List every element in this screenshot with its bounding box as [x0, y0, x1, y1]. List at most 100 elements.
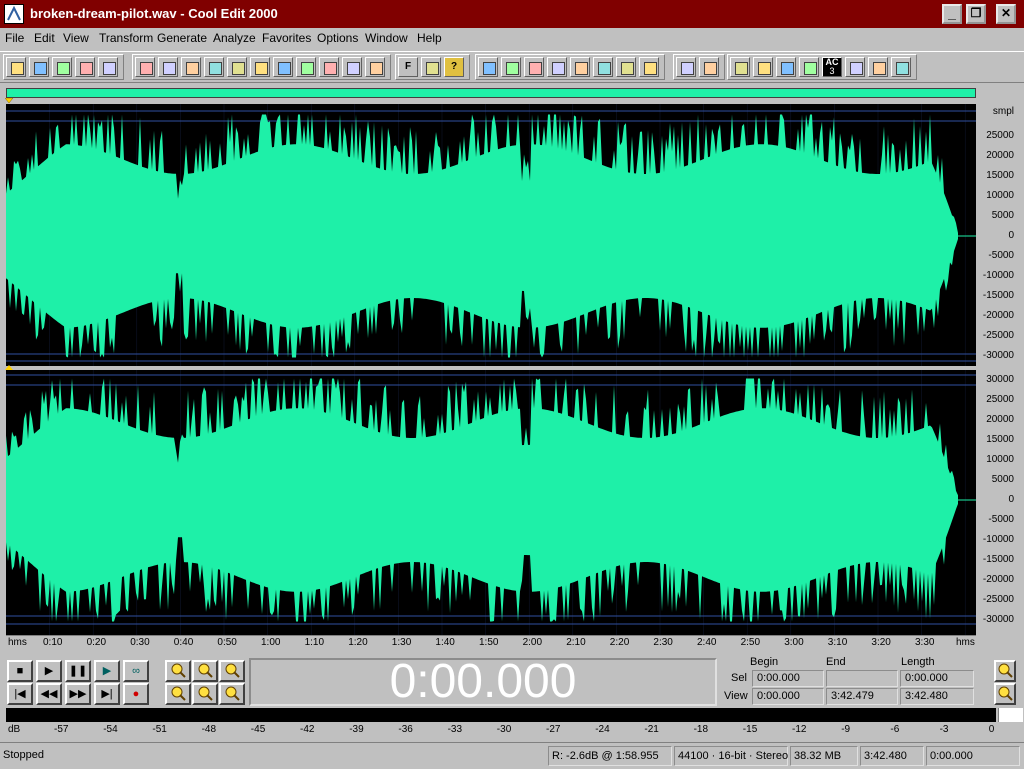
repeat-icon[interactable] — [181, 57, 201, 77]
tone-icon[interactable] — [868, 57, 888, 77]
stop-button[interactable]: ■ — [7, 660, 33, 682]
zoom-selection-icon[interactable] — [165, 683, 191, 705]
menu-edit[interactable]: Edit — [34, 31, 55, 45]
play-button[interactable]: ▶ — [36, 660, 62, 682]
help-icon[interactable]: ? — [444, 57, 464, 77]
close-button[interactable]: ✕ — [996, 4, 1016, 24]
minimize-button[interactable]: _ — [942, 4, 962, 24]
amplitude-tick: 0 — [1008, 230, 1014, 241]
close-file-icon[interactable] — [98, 57, 118, 77]
amplitude-tick: 5000 — [991, 474, 1014, 485]
new-file-icon[interactable] — [6, 57, 26, 77]
zoom-out-icon[interactable] — [192, 660, 218, 682]
cut-region-icon[interactable] — [204, 57, 224, 77]
amplitude-tick: 0 — [1008, 494, 1014, 505]
wave-icon[interactable] — [799, 57, 819, 77]
play-to-end-button[interactable]: ▶ — [94, 660, 120, 682]
zoom-in-icon[interactable] — [165, 660, 191, 682]
menu-transform[interactable]: Transform — [99, 31, 153, 45]
rewind-button[interactable]: ◀◀ — [36, 683, 62, 705]
waveform-display[interactable] — [6, 104, 976, 635]
time-tick: 2:00 — [522, 637, 543, 648]
add-marker-icon[interactable] — [593, 57, 613, 77]
loop-icon[interactable] — [158, 57, 178, 77]
db-tick: -51 — [152, 724, 167, 735]
mix-paste-icon[interactable] — [319, 57, 339, 77]
time-tick: 1:30 — [391, 637, 412, 648]
zoom-vertical-in-icon[interactable] — [994, 683, 1016, 705]
pause-button[interactable]: ❚❚ — [65, 660, 91, 682]
fade-icon[interactable] — [547, 57, 567, 77]
amplify-icon[interactable] — [478, 57, 498, 77]
length-header: Length — [901, 656, 935, 668]
save-as-icon[interactable] — [75, 57, 95, 77]
sel-length-field[interactable]: 0:00.000 — [900, 670, 974, 687]
peak-indicator[interactable] — [998, 708, 1023, 722]
amplitude-tick: 15000 — [986, 170, 1014, 181]
menu-generate[interactable]: Generate — [157, 31, 207, 45]
menu-view[interactable]: View — [63, 31, 89, 45]
menu-analyze[interactable]: Analyze — [213, 31, 256, 45]
undo-icon[interactable] — [135, 57, 155, 77]
copy-icon[interactable] — [227, 57, 247, 77]
db-scale: dB -57 -54 -51 -48 -45 -42 -39 -36 -33 -30 -27 -24-… — [6, 724, 1016, 738]
menu-options[interactable]: Options — [317, 31, 358, 45]
analyze-icon[interactable] — [730, 57, 750, 77]
envelope-icon[interactable] — [570, 57, 590, 77]
menu-help[interactable]: Help — [417, 31, 442, 45]
toolbar: F? AC 3 — [0, 51, 1024, 83]
db-tick: -45 — [250, 724, 266, 735]
favorites-icon[interactable]: F — [398, 57, 418, 77]
maximize-button[interactable]: ❐ — [966, 4, 986, 24]
invert-icon[interactable] — [753, 57, 773, 77]
open-file-icon[interactable] — [29, 57, 49, 77]
eq-icon[interactable] — [845, 57, 865, 77]
save-icon[interactable] — [52, 57, 72, 77]
zoom-fit-icon[interactable] — [365, 57, 385, 77]
app-icon[interactable] — [4, 4, 24, 24]
time-tick: 2:40 — [697, 637, 717, 648]
ac3-icon[interactable]: AC 3 — [822, 57, 842, 77]
title-bar: broken-dream-pilot.wav - Cool Edit 2000 … — [0, 0, 1024, 28]
script-icon[interactable] — [421, 57, 441, 77]
overview-bar[interactable] — [6, 88, 976, 98]
time-tick: 0:20 — [86, 637, 107, 648]
zoom-vertical-out-icon[interactable] — [994, 660, 1016, 682]
reverse-icon[interactable] — [501, 57, 521, 77]
menu-window[interactable]: Window — [365, 31, 408, 45]
cut-icon[interactable] — [250, 57, 270, 77]
zoom-left-icon[interactable] — [192, 683, 218, 705]
menu-favorites[interactable]: Favorites — [262, 31, 311, 45]
sel-begin-field[interactable]: 0:00.000 — [752, 670, 824, 687]
view-length-field[interactable]: 3:42.480 — [900, 688, 974, 705]
time-tick: 2:50 — [740, 637, 761, 648]
left-channel-waveform[interactable] — [6, 114, 958, 358]
go-to-end-button[interactable]: ▶| — [94, 683, 120, 705]
silence-icon[interactable] — [524, 57, 544, 77]
paste-new-icon[interactable] — [296, 57, 316, 77]
amplitude-units: smpl — [992, 106, 1014, 117]
fast-forward-button[interactable]: ▶▶ — [65, 683, 91, 705]
note-icon[interactable] — [891, 57, 911, 77]
amplitude-tick: -10000 — [982, 270, 1014, 281]
view-end-field[interactable]: 3:42.479 — [826, 688, 898, 705]
convert-icon[interactable] — [676, 57, 696, 77]
crop-icon[interactable] — [342, 57, 362, 77]
menu-file[interactable]: File — [5, 31, 24, 45]
paste-icon[interactable] — [273, 57, 293, 77]
zoom-right-icon[interactable] — [219, 683, 245, 705]
sel-end-field[interactable] — [826, 670, 898, 687]
filter-icon[interactable] — [639, 57, 659, 77]
view-begin-field[interactable]: 0:00.000 — [752, 688, 824, 705]
channel-marker-icon — [5, 365, 13, 370]
stretch-icon[interactable] — [776, 57, 796, 77]
zoom-full-icon[interactable] — [219, 660, 245, 682]
noise-gate-icon[interactable] — [616, 57, 636, 77]
waveform-canvas[interactable] — [6, 104, 976, 635]
loop-play-button[interactable]: ∞ — [123, 660, 149, 682]
grid-icon[interactable] — [699, 57, 719, 77]
record-button[interactable]: ● — [123, 683, 149, 705]
right-channel-waveform[interactable] — [6, 378, 958, 622]
go-to-start-button[interactable]: |◀ — [7, 683, 33, 705]
db-tick: -15 — [742, 724, 758, 735]
